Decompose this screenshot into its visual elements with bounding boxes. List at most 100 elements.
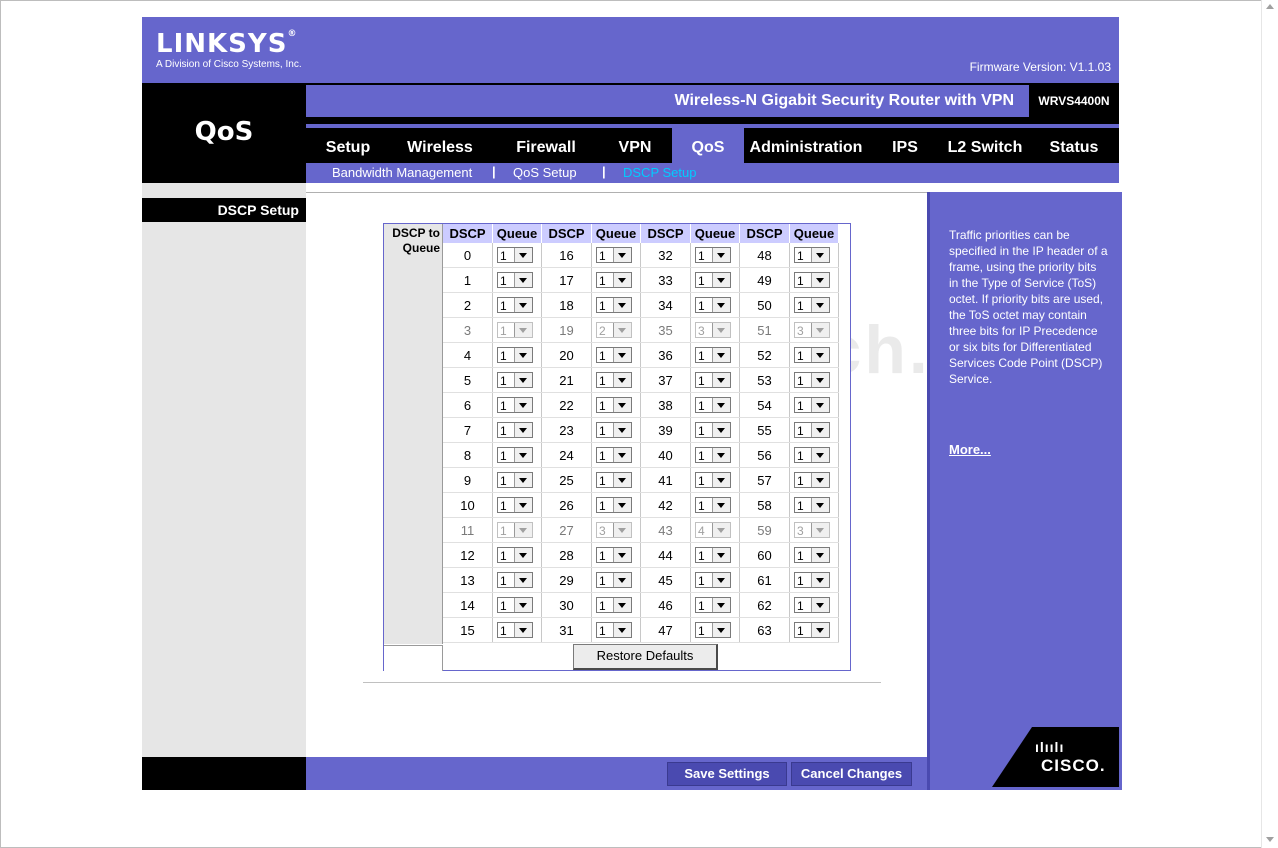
chevron-down-icon — [613, 448, 631, 462]
vertical-scrollbar[interactable] — [1261, 0, 1278, 848]
queue-select[interactable]: 1 — [596, 622, 632, 638]
queue-select[interactable]: 1 — [794, 297, 830, 313]
queue-select[interactable]: 1 — [596, 247, 632, 263]
queue-select-value: 1 — [500, 274, 507, 288]
queue-select[interactable]: 1 — [596, 422, 632, 438]
queue-select[interactable]: 1 — [596, 447, 632, 463]
queue-select[interactable]: 1 — [596, 572, 632, 588]
chevron-down-icon — [613, 573, 631, 587]
queue-select[interactable]: 1 — [596, 547, 632, 563]
cisco-bars-icon: ılıılı — [1035, 739, 1065, 755]
tab-qos[interactable]: QoS — [672, 124, 744, 167]
queue-select[interactable]: 1 — [794, 447, 830, 463]
queue-select[interactable]: 1 — [695, 622, 731, 638]
subtab-bandwidth-management[interactable]: Bandwidth Management — [332, 165, 472, 180]
queue-select[interactable]: 1 — [695, 472, 731, 488]
queue-select[interactable]: 1 — [596, 597, 632, 613]
subtab-qos-setup[interactable]: QoS Setup — [513, 165, 577, 180]
queue-select[interactable]: 1 — [695, 597, 731, 613]
chevron-down-icon — [613, 523, 631, 537]
queue-select[interactable]: 1 — [794, 422, 830, 438]
queue-cell: 1 — [492, 467, 542, 493]
queue-select[interactable]: 1 — [695, 547, 731, 563]
queue-select[interactable]: 1 — [695, 347, 731, 363]
queue-cell: 2 — [591, 317, 641, 343]
queue-select-value: 1 — [599, 299, 606, 313]
queue-select[interactable]: 1 — [596, 472, 632, 488]
chevron-down-icon — [712, 498, 730, 512]
queue-cell: 1 — [591, 617, 641, 643]
queue-select[interactable]: 1 — [497, 547, 533, 563]
cancel-changes-button[interactable]: Cancel Changes — [791, 762, 912, 786]
queue-select[interactable]: 1 — [596, 347, 632, 363]
queue-cell: 1 — [492, 243, 542, 268]
queue-select[interactable]: 1 — [596, 272, 632, 288]
queue-select[interactable]: 1 — [794, 372, 830, 388]
queue-select[interactable]: 1 — [794, 347, 830, 363]
queue-select[interactable]: 1 — [497, 272, 533, 288]
queue-select[interactable]: 1 — [794, 622, 830, 638]
queue-select[interactable]: 1 — [794, 497, 830, 513]
queue-select[interactable]: 1 — [695, 272, 731, 288]
queue-select[interactable]: 1 — [794, 397, 830, 413]
tab-wireless[interactable]: Wireless — [390, 128, 490, 167]
tab-vpn[interactable]: VPN — [602, 128, 668, 167]
scroll-up-icon[interactable] — [1266, 4, 1274, 9]
queue-cell: 3 — [789, 517, 839, 543]
queue-select[interactable]: 1 — [695, 397, 731, 413]
queue-select[interactable]: 1 — [695, 422, 731, 438]
tab-ips[interactable]: IPS — [878, 128, 932, 167]
queue-select[interactable]: 1 — [695, 372, 731, 388]
dscp-value: 35 — [640, 317, 691, 343]
save-settings-button[interactable]: Save Settings — [667, 762, 787, 786]
scroll-down-icon[interactable] — [1266, 837, 1274, 842]
queue-select[interactable]: 1 — [497, 572, 533, 588]
queue-select-value: 1 — [500, 499, 507, 513]
queue-select[interactable]: 1 — [794, 547, 830, 563]
queue-select[interactable]: 1 — [497, 247, 533, 263]
queue-select[interactable]: 1 — [497, 422, 533, 438]
queue-select[interactable]: 1 — [497, 397, 533, 413]
queue-select[interactable]: 1 — [794, 272, 830, 288]
chevron-down-icon — [514, 498, 532, 512]
tab-status[interactable]: Status — [1034, 128, 1114, 167]
table-row: 11 1 27 3 43 4 59 3 — [443, 517, 839, 543]
queue-select[interactable]: 1 — [497, 497, 533, 513]
queue-select[interactable]: 1 — [794, 472, 830, 488]
subtab-dscp-setup[interactable]: DSCP Setup — [623, 165, 696, 180]
tab-administration[interactable]: Administration — [744, 128, 868, 167]
chevron-down-icon — [811, 523, 829, 537]
queue-cell: 1 — [492, 592, 542, 618]
queue-select[interactable]: 1 — [695, 572, 731, 588]
chevron-down-icon — [811, 373, 829, 387]
queue-select[interactable]: 1 — [695, 447, 731, 463]
more-link[interactable]: More... — [949, 442, 991, 457]
queue-select[interactable]: 1 — [695, 247, 731, 263]
queue-select[interactable]: 1 — [794, 247, 830, 263]
queue-cell: 3 — [789, 317, 839, 343]
queue-select[interactable]: 1 — [695, 297, 731, 313]
queue-select[interactable]: 1 — [596, 372, 632, 388]
queue-select[interactable]: 1 — [596, 497, 632, 513]
queue-select[interactable]: 1 — [497, 372, 533, 388]
queue-select[interactable]: 1 — [794, 597, 830, 613]
queue-select[interactable]: 1 — [497, 447, 533, 463]
queue-cell: 3 — [690, 317, 740, 343]
queue-select-value: 1 — [599, 574, 606, 588]
tab-l2-switch[interactable]: L2 Switch — [936, 128, 1034, 167]
queue-select[interactable]: 1 — [596, 297, 632, 313]
queue-select[interactable]: 1 — [794, 572, 830, 588]
tab-firewall[interactable]: Firewall — [490, 128, 602, 167]
dscp-value: 44 — [640, 542, 691, 568]
queue-select[interactable]: 1 — [695, 497, 731, 513]
queue-select[interactable]: 1 — [596, 397, 632, 413]
restore-defaults-button[interactable]: Restore Defaults — [573, 644, 718, 670]
queue-select[interactable]: 1 — [497, 622, 533, 638]
queue-select[interactable]: 1 — [497, 347, 533, 363]
queue-select[interactable]: 1 — [497, 597, 533, 613]
tab-setup[interactable]: Setup — [306, 128, 390, 167]
dscp-value: 16 — [541, 243, 592, 268]
table-row: 7 1 23 1 39 1 55 1 — [443, 417, 839, 443]
queue-select[interactable]: 1 — [497, 472, 533, 488]
queue-select[interactable]: 1 — [497, 297, 533, 313]
